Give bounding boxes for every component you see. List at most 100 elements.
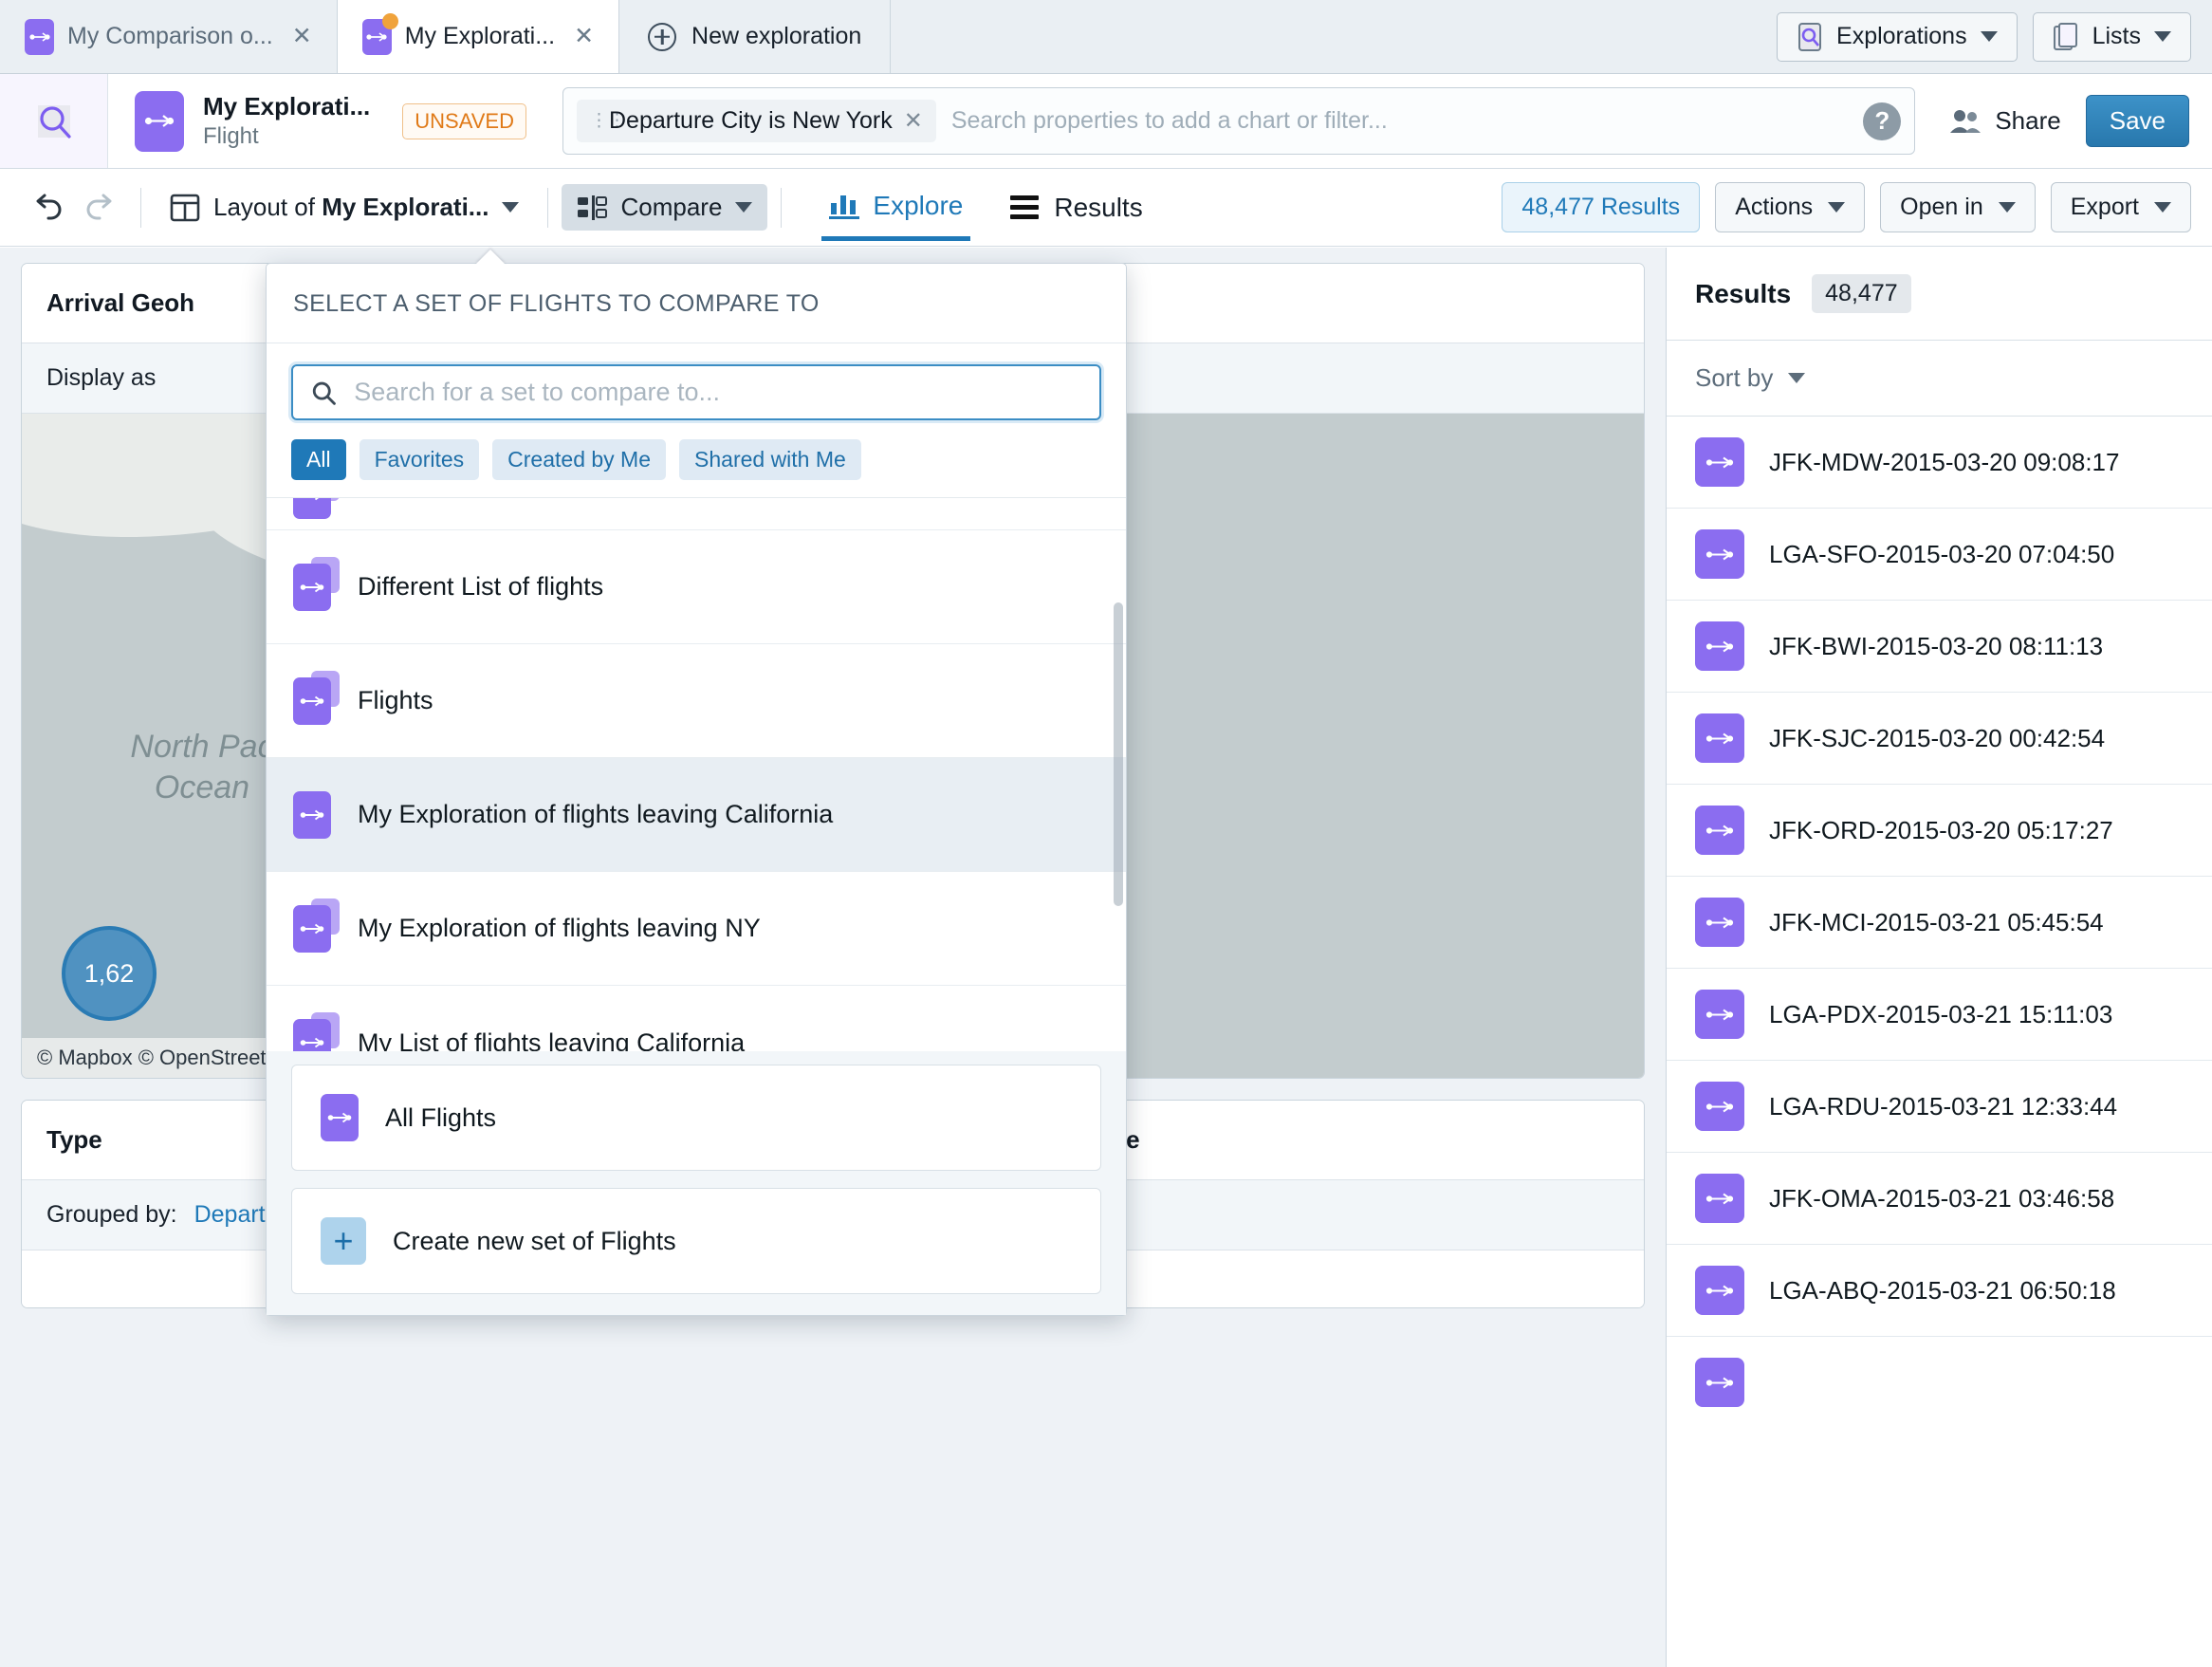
- list-item[interactable]: JFK-ORD-2015-03-20 05:17:27: [1667, 785, 2212, 877]
- bar-chart-icon: [829, 195, 860, 219]
- flight-icon: [1695, 621, 1744, 671]
- share-label: Share: [1995, 106, 2061, 135]
- list-item-label: LGA-ABQ-2015-03-21 06:50:18: [1769, 1275, 2116, 1305]
- list-item-label: My Exploration of flights leaving Califo…: [358, 800, 834, 828]
- open-in-label: Open in: [1900, 194, 1983, 220]
- list-item-label: JFK-MCI-2015-03-21 05:45:54: [1769, 907, 2104, 936]
- chevron-down-icon: [1788, 373, 1806, 383]
- list-item[interactable]: JFK-MDW-2015-03-20 09:08:17: [1667, 417, 2212, 509]
- flight-icon: [293, 898, 340, 953]
- flight-object-icon: [135, 83, 195, 152]
- list-icon: [1010, 195, 1040, 219]
- filter-chip-shared-with-me[interactable]: Shared with Me: [679, 439, 861, 480]
- toolbar-right-actions: 48,477 Results Actions Open in Export: [1502, 182, 2191, 232]
- list-item[interactable]: LGA-RDU-2015-03-21 12:33:44: [1667, 1061, 2212, 1153]
- results-count-button[interactable]: 48,477 Results: [1502, 182, 1701, 232]
- list-item[interactable]: JFK-SJC-2015-03-20 00:42:54: [1667, 693, 2212, 785]
- filter-chip-favorites[interactable]: Favorites: [359, 439, 480, 480]
- flight-icon: [25, 18, 54, 55]
- list-item-my-exploration-of-flights-leaving-ny[interactable]: My Exploration of flights leaving NY: [267, 872, 1126, 986]
- list-item-my-list-of-flights-leaving-california[interactable]: My List of flights leaving California: [267, 986, 1126, 1051]
- create-new-set-label: Create new set of Flights: [393, 1226, 676, 1255]
- popover-arrow: [475, 250, 506, 265]
- list-item-my-exploration-of-flights-leaving-california[interactable]: My Exploration of flights leaving Califo…: [267, 758, 1126, 872]
- tab-my-comparison[interactable]: My Comparison o... ✕: [0, 0, 338, 73]
- filter-chip-departure-city[interactable]: ⋮⋮ Departure City is New York ✕: [577, 100, 936, 142]
- compare-set-list[interactable]: Different List of flights Flights My Exp…: [267, 497, 1126, 1051]
- list-item[interactable]: LGA-PDX-2015-03-21 15:11:03: [1667, 969, 2212, 1061]
- tab-my-exploration[interactable]: My Explorati... ✕: [337, 0, 620, 73]
- map-bubble[interactable]: 1,62: [62, 926, 157, 1021]
- help-icon[interactable]: ?: [1863, 102, 1902, 140]
- list-item-flights[interactable]: Flights: [267, 644, 1126, 758]
- page-title: My Explorati...: [203, 92, 371, 120]
- layout-menu-button[interactable]: Layout of My Explorati...: [155, 184, 534, 232]
- lists-menu-button[interactable]: Lists: [2032, 11, 2191, 62]
- flight-icon: [1695, 529, 1744, 579]
- share-button[interactable]: Share: [1925, 74, 2085, 168]
- plus-icon: +: [321, 1217, 366, 1265]
- bubble-value: 1,62: [83, 958, 135, 988]
- open-in-menu-button[interactable]: Open in: [1880, 182, 2036, 232]
- list-item-label: LGA-RDU-2015-03-21 12:33:44: [1769, 1091, 2118, 1121]
- flight-icon: [1695, 898, 1744, 947]
- filter-search-bar[interactable]: ⋮⋮ Departure City is New York ✕ Search p…: [562, 87, 1916, 155]
- actions-menu-button[interactable]: Actions: [1715, 182, 1866, 232]
- list-item-partial[interactable]: [267, 498, 1126, 530]
- divider: [140, 187, 141, 228]
- flight-icon: [1695, 437, 1744, 487]
- flight-icon: [1695, 1082, 1744, 1131]
- close-icon[interactable]: ✕: [574, 25, 594, 48]
- save-button[interactable]: Save: [2085, 95, 2189, 147]
- filter-chip-created-by-me[interactable]: Created by Me: [492, 439, 667, 480]
- tab-label: My Explorati...: [404, 23, 556, 49]
- scrollbar-thumb[interactable]: [1114, 602, 1123, 906]
- filter-chip-label: Departure City is New York: [609, 107, 893, 134]
- list-item[interactable]: LGA-SFO-2015-03-20 07:04:50: [1667, 509, 2212, 601]
- flight-icon: [293, 784, 340, 839]
- list-item-label: JFK-MDW-2015-03-20 09:08:17: [1769, 447, 2120, 476]
- list-item-different-list-of-flights[interactable]: Different List of flights: [267, 530, 1126, 644]
- close-icon[interactable]: ✕: [292, 25, 312, 48]
- flight-icon: [1695, 806, 1744, 855]
- results-panel-header: Results 48,477: [1667, 248, 2212, 341]
- list-item[interactable]: JFK-BWI-2015-03-20 08:11:13: [1667, 601, 2212, 693]
- all-flights-button[interactable]: All Flights: [291, 1065, 1101, 1171]
- list-item[interactable]: JFK-OMA-2015-03-21 03:46:58: [1667, 1153, 2212, 1245]
- drag-handle-icon[interactable]: ⋮⋮: [590, 112, 626, 130]
- divider: [781, 187, 783, 228]
- divider: [547, 187, 549, 228]
- grouped-by-label: Grouped by:: [46, 1201, 177, 1228]
- list-item-label: LGA-PDX-2015-03-21 15:11:03: [1769, 999, 2113, 1028]
- undo-button[interactable]: [21, 181, 74, 234]
- redo-button[interactable]: [74, 181, 127, 234]
- filter-chip-all[interactable]: All: [291, 439, 346, 480]
- results-list[interactable]: JFK-MDW-2015-03-20 09:08:17 LGA-SFO-2015…: [1667, 417, 2212, 1667]
- list-item-label: JFK-ORD-2015-03-20 05:17:27: [1769, 815, 2113, 844]
- lists-icon: [2053, 22, 2077, 50]
- new-exploration-button[interactable]: New exploration: [619, 0, 892, 73]
- flight-icon: [1695, 1266, 1744, 1315]
- list-item[interactable]: [1667, 1337, 2212, 1428]
- popover-search-wrap: [267, 343, 1126, 420]
- application-header: My Explorati... Flight UNSAVED ⋮⋮ Depart…: [0, 74, 2212, 169]
- tab-results[interactable]: Results: [1003, 179, 1150, 236]
- export-menu-button[interactable]: Export: [2050, 182, 2191, 232]
- tabbar-right-actions: Explorations Lists: [1777, 0, 2212, 73]
- compare-menu-button[interactable]: Compare: [562, 184, 768, 231]
- explorations-menu-button[interactable]: Explorations: [1777, 11, 2018, 62]
- list-item[interactable]: JFK-MCI-2015-03-21 05:45:54: [1667, 877, 2212, 969]
- redo-icon: [86, 194, 112, 219]
- close-icon[interactable]: ✕: [904, 107, 923, 135]
- tab-explore[interactable]: Explore: [821, 177, 971, 241]
- flight-icon: [1695, 713, 1744, 763]
- flight-icon: [1695, 1358, 1744, 1407]
- sort-by-button[interactable]: Sort by: [1667, 341, 2212, 417]
- chevron-down-icon: [735, 202, 753, 213]
- list-item-label: JFK-SJC-2015-03-20 00:42:54: [1769, 723, 2106, 752]
- list-item[interactable]: LGA-ABQ-2015-03-21 06:50:18: [1667, 1245, 2212, 1337]
- compare-search-input[interactable]: [354, 378, 1082, 407]
- global-search-button[interactable]: [0, 74, 108, 168]
- compare-search-box[interactable]: [291, 364, 1101, 420]
- create-new-set-button[interactable]: + Create new set of Flights: [291, 1188, 1101, 1294]
